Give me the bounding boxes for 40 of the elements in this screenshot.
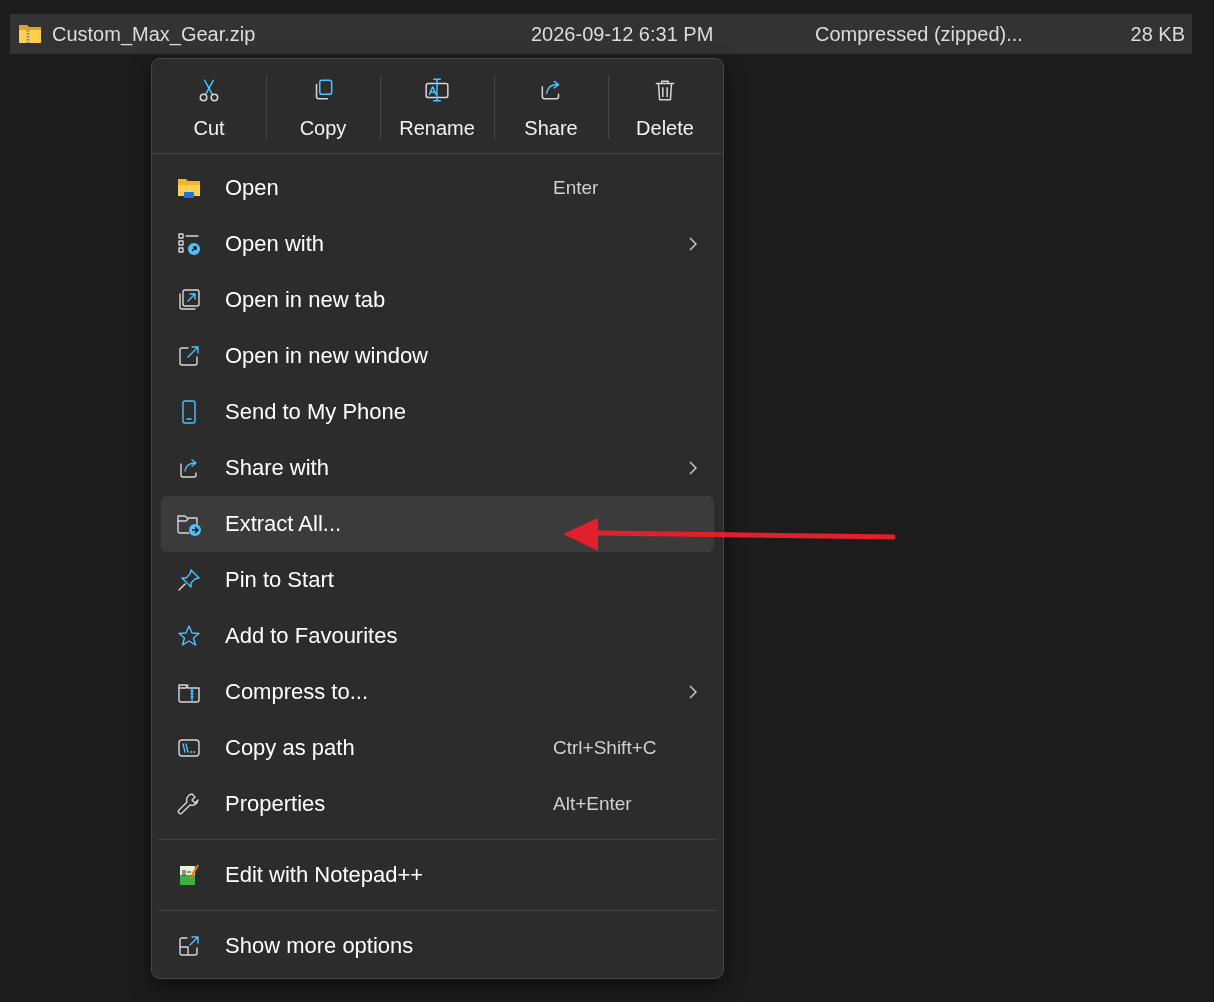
menu-item[interactable]: Properties Alt+Enter: [161, 776, 714, 832]
file-row[interactable]: Custom_Max_Gear.zip 2026-09-12 6:31 PM Compressed (zipped)... 28 KB: [10, 14, 1192, 54]
pin-icon: [177, 568, 201, 592]
menu-item[interactable]: Send to My Phone: [161, 384, 714, 440]
menu-item[interactable]: Show more options: [161, 918, 714, 974]
zip-folder-icon: [18, 22, 42, 46]
shortcut-text: Alt+Enter: [553, 793, 633, 815]
toolbar-button[interactable]: Delete: [608, 69, 722, 144]
menu-item[interactable]: Extract All...: [161, 496, 714, 552]
menu-item[interactable]: Share with: [161, 440, 714, 496]
file-size: 28 KB: [1130, 22, 1185, 46]
shortcut-text: Enter: [553, 177, 600, 199]
menu-item[interactable]: Add to Favourites: [161, 608, 714, 664]
menu-item[interactable]: Open Enter: [161, 160, 714, 216]
wrench-icon: [177, 792, 201, 816]
new-tab-icon: [177, 288, 201, 312]
menu-item[interactable]: Open with: [161, 216, 714, 272]
more-options-icon: [177, 934, 201, 958]
file-name: Custom_Max_Gear.zip: [52, 22, 257, 46]
menu-item[interactable]: Compress to...: [161, 664, 714, 720]
star-icon: [177, 624, 201, 648]
menu-item[interactable]: Edit with Notepad++: [161, 847, 714, 903]
notepad-icon: [177, 863, 201, 887]
menu-item[interactable]: Open in new window: [161, 328, 714, 384]
new-window-icon: [177, 344, 201, 368]
app-list-icon: [177, 232, 201, 256]
date-modified: 2026-09-12 6:31 PM: [531, 22, 715, 46]
toolbar-button[interactable]: Rename: [380, 69, 494, 144]
path-icon: [177, 736, 201, 760]
toolbar-button[interactable]: Copy: [266, 69, 380, 144]
rename-icon: [424, 77, 450, 103]
toolbar-button[interactable]: Share: [494, 69, 608, 144]
menu-item[interactable]: Open in new tab: [161, 272, 714, 328]
file-type: Compressed (zipped)...: [815, 22, 1024, 46]
folder-arrow-icon: [177, 512, 201, 536]
shortcut-text: Ctrl+Shift+C: [553, 737, 658, 759]
folder-icon: [177, 176, 201, 200]
menu-item[interactable]: Copy as path Ctrl+Shift+C: [161, 720, 714, 776]
menu-item[interactable]: Pin to Start: [161, 552, 714, 608]
toolbar-button[interactable]: Cut: [152, 69, 266, 144]
